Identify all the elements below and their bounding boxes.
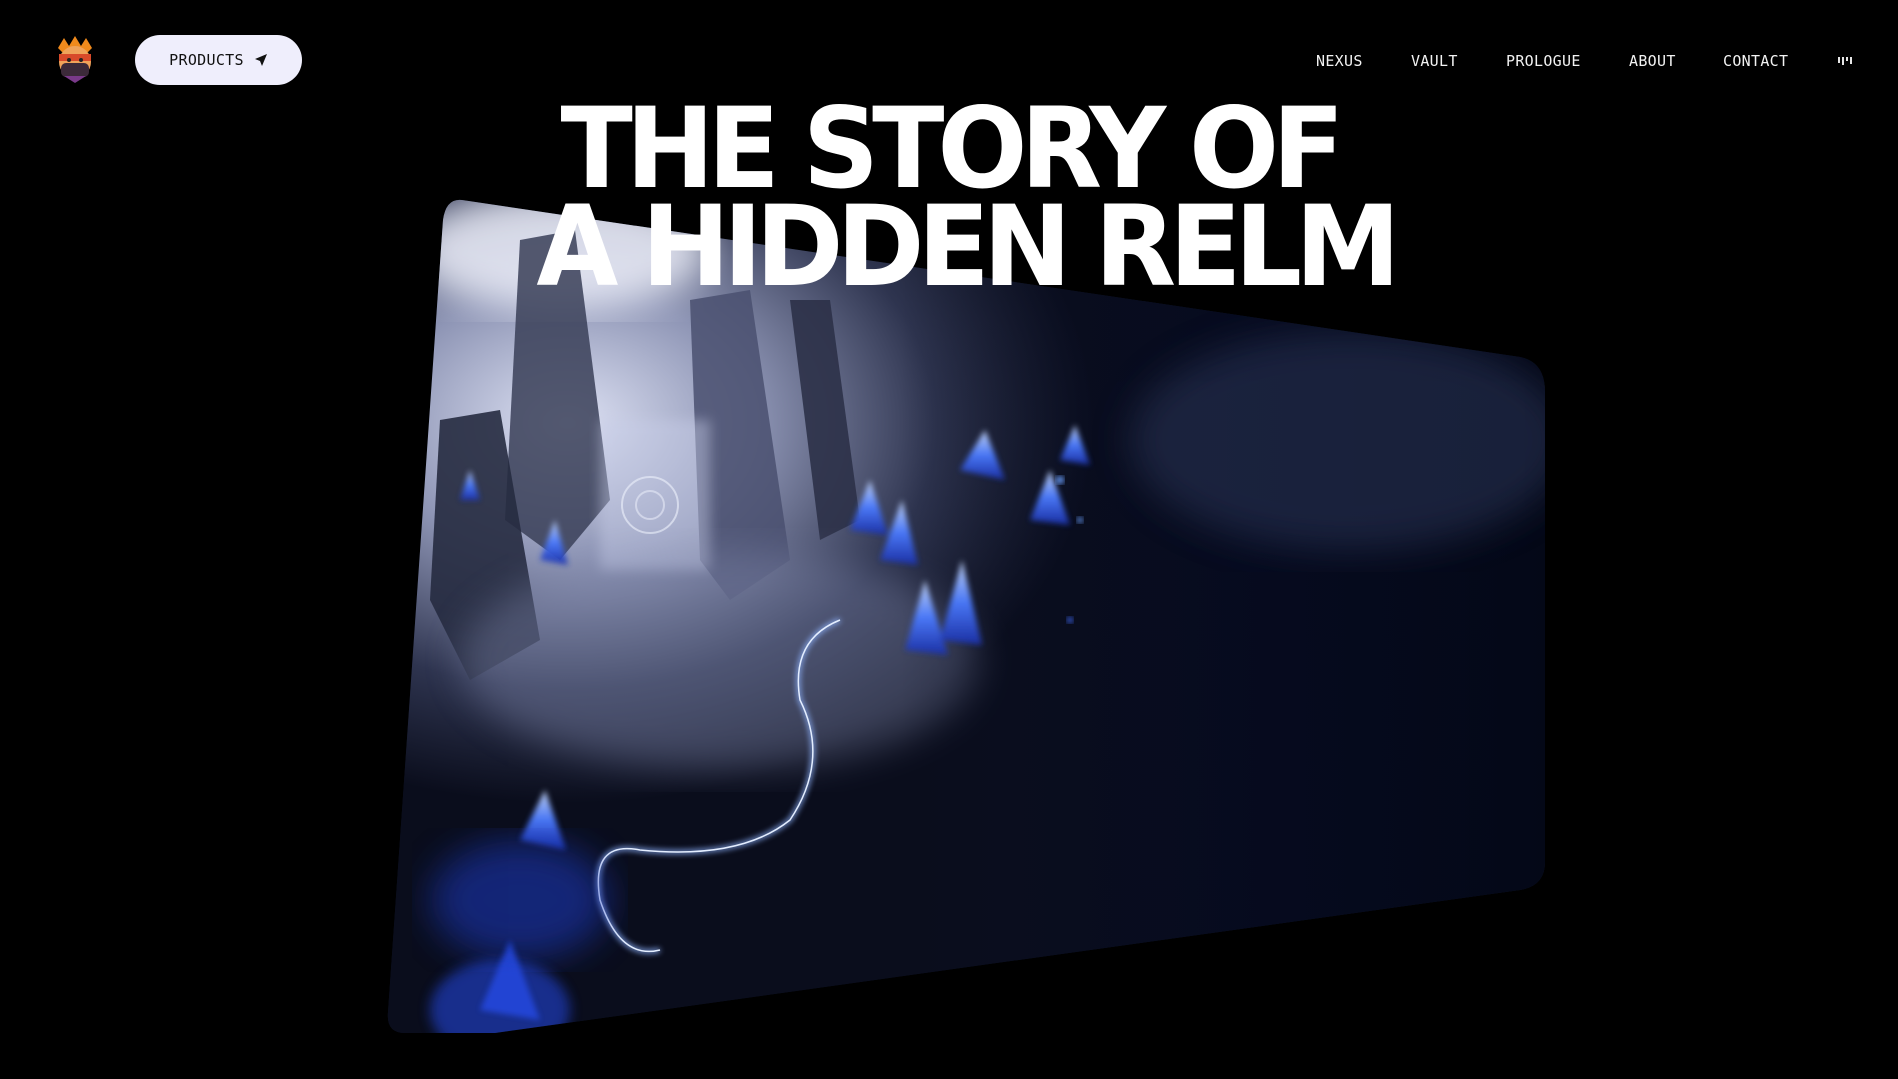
nav-nexus[interactable]: NEXUS — [1316, 50, 1363, 72]
hero-image-frame — [387, 199, 1545, 1034]
audio-bars-icon[interactable] — [1838, 57, 1854, 65]
page: THE STORY OF A HIDDEN RELM PRODUCTS NEXU… — [0, 0, 1898, 1079]
nav-contact[interactable]: CONTACT — [1723, 50, 1788, 72]
nav-about[interactable]: ABOUT — [1629, 50, 1676, 72]
nav-prologue[interactable]: PROLOGUE — [1506, 50, 1581, 72]
nav-vault[interactable]: VAULT — [1411, 50, 1458, 72]
main-nav: NEXUS VAULT PROLOGUE ABOUT CONTACT — [0, 50, 1898, 74]
